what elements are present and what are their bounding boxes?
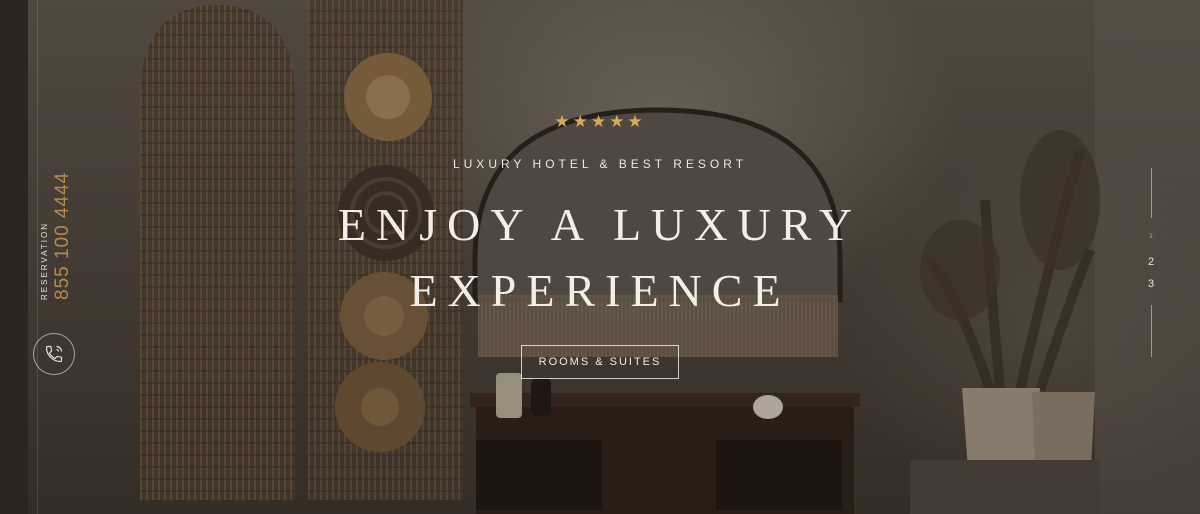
- rooms-suites-button[interactable]: ROOMS & SUITES: [520, 345, 680, 379]
- hero-title-line1: ENJOY A LUXURY: [337, 199, 863, 250]
- cta-wrapper: ROOMS & SUITES: [0, 345, 1200, 379]
- slider-nav-line-bottom: [1151, 305, 1152, 357]
- hero-title: ENJOY A LUXURY EXPERIENCE: [0, 192, 1200, 324]
- slide-3[interactable]: 3: [1144, 278, 1158, 290]
- hero-subtitle: LUXURY HOTEL & BEST RESORT: [452, 157, 748, 171]
- slide-2[interactable]: 2: [1144, 256, 1158, 268]
- slide-1[interactable]: 1: [1144, 233, 1158, 240]
- rating-stars: ★★★★★: [554, 112, 646, 131]
- hero-section: RESERVATION 855 100 4444 ★★★★★ LUXURY HO…: [0, 0, 1200, 514]
- hero-title-line2: EXPERIENCE: [409, 265, 791, 316]
- slider-nav-line-top: [1151, 168, 1152, 218]
